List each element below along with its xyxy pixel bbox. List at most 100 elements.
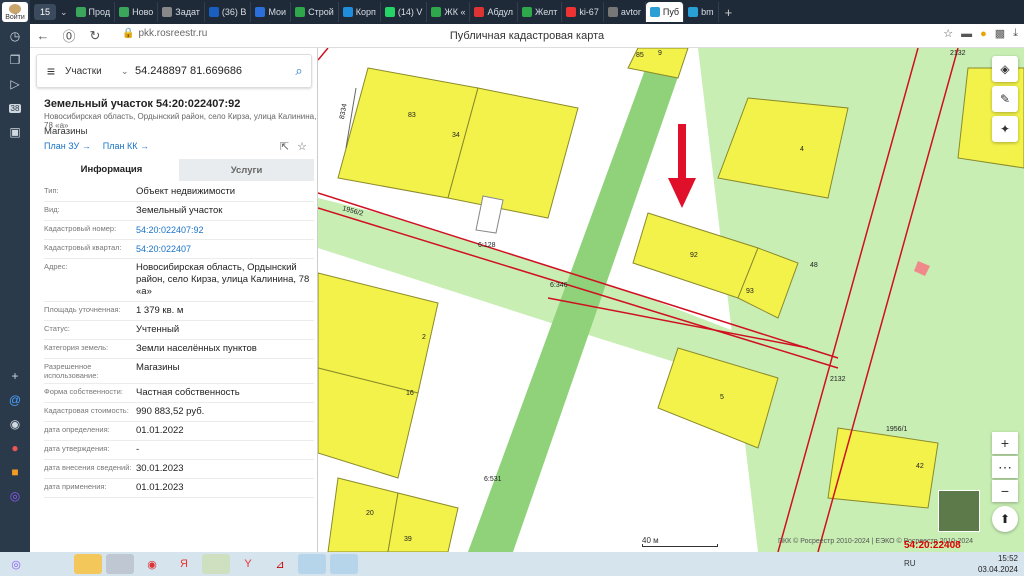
zoom-icon[interactable]: [330, 554, 358, 574]
browser-tab[interactable]: (14) V: [381, 2, 428, 22]
map-canvas[interactable]: [318, 48, 1024, 552]
cadastral-map[interactable]: 85 9 83 34 4 2132 8334 92 93 2 16 5 42 2…: [318, 48, 1024, 552]
browser-tab[interactable]: Задат: [158, 2, 205, 22]
tab-favicon-icon: [119, 7, 130, 17]
yandex-browser-icon[interactable]: Y: [234, 554, 262, 574]
download-icon[interactable]: ⤓: [1013, 27, 1018, 40]
browser-tab[interactable]: bm: [684, 2, 719, 22]
tab-label: ЖК «: [444, 7, 466, 17]
calendar-icon[interactable]: 38: [0, 96, 30, 120]
browser-tab[interactable]: Корп: [339, 2, 381, 22]
info-row-value[interactable]: 54:20:022407:92: [136, 221, 314, 239]
url-text: pkk.rosreestr.ru: [138, 28, 208, 39]
chrome-icon[interactable]: ◉: [138, 554, 166, 574]
ruler-icon[interactable]: ✎: [992, 86, 1018, 112]
map-label: 6:128: [478, 242, 496, 249]
clock-time: 15:52: [997, 554, 1018, 563]
reload-icon[interactable]: ↻: [82, 28, 108, 44]
info-row: дата определения: 01.01.2022: [44, 422, 314, 441]
back-arrow-icon[interactable]: ←: [30, 28, 56, 43]
map-label: 83: [408, 112, 416, 119]
browser-tab[interactable]: Ново: [115, 2, 159, 22]
map-pin-icon[interactable]: ●: [0, 436, 30, 460]
menu-icon[interactable]: ≡: [37, 63, 65, 79]
tab-favicon-icon: [688, 7, 699, 17]
clock[interactable]: 15:52 03.04.2024: [978, 553, 1018, 575]
login-button[interactable]: Войти: [2, 2, 28, 22]
minimap-thumbnail[interactable]: [938, 490, 980, 532]
pdf-icon[interactable]: ⊿: [266, 554, 294, 574]
plan-zu-link[interactable]: План ЗУ →: [44, 141, 91, 151]
zoom-controls: + ⋯ −: [992, 432, 1018, 502]
assistant-icon[interactable]: ◎: [2, 554, 30, 574]
info-row-value: Объект недвижимости: [136, 186, 236, 197]
plus-icon[interactable]: +: [0, 364, 30, 388]
info-row: Площадь уточненная: 1 379 кв. м: [44, 302, 314, 321]
more-icon[interactable]: ⋯: [992, 456, 1018, 478]
app-icon[interactable]: [202, 554, 230, 574]
locate-icon[interactable]: ✦: [992, 116, 1018, 142]
layers-icon[interactable]: ◈: [992, 56, 1018, 82]
browser-tab[interactable]: Мои: [251, 2, 292, 22]
parcel-20[interactable]: [327, 477, 399, 552]
chevron-down-icon[interactable]: ⌄: [121, 66, 135, 77]
tab-label: Пуб: [662, 7, 680, 17]
parcel-39[interactable]: [387, 492, 459, 552]
search-type-select[interactable]: Участки: [65, 66, 121, 77]
search-icon[interactable]: ⌕: [287, 63, 311, 79]
plan-kk-link[interactable]: План КК →: [103, 141, 149, 151]
play-icon[interactable]: ▷: [0, 72, 30, 96]
info-row: дата внесения сведений: 30.01.2023: [44, 460, 314, 479]
search-input[interactable]: [135, 65, 287, 77]
tab-favicon-icon: [75, 7, 86, 17]
bookmark-icon[interactable]: ☆: [943, 27, 953, 40]
tab-favicon-icon: [522, 7, 533, 17]
tab-services[interactable]: Услуги: [179, 159, 314, 181]
browser-tab[interactable]: Абдул: [470, 2, 519, 22]
compass-icon[interactable]: ⬆: [992, 506, 1018, 532]
address-bar: ← ⓪ ↻ 🔒 pkk.rosreestr.ru Публичная кадас…: [30, 24, 1024, 48]
copy-icon[interactable]: ❐: [0, 48, 30, 72]
browser-tab[interactable]: (36) В: [205, 2, 252, 22]
info-row: Тип: Объект недвижимости: [44, 183, 314, 202]
browser-tab[interactable]: avtor: [604, 2, 646, 22]
briefcase-icon[interactable]: ■: [0, 460, 30, 484]
browser-tab[interactable]: Прод: [72, 2, 116, 22]
info-row-label: Адрес:: [44, 262, 68, 271]
info-row-value: 01.01.2023: [136, 482, 184, 493]
star-icon[interactable]: ☆: [297, 140, 307, 153]
info-row-value: 1 379 кв. м: [136, 305, 184, 316]
info-row-label: дата определения:: [44, 425, 110, 434]
plan-links: План ЗУ → План КК →: [44, 141, 149, 151]
assistant-icon[interactable]: ◎: [0, 484, 30, 508]
shield-icon[interactable]: ⓪: [56, 26, 82, 45]
mail-icon[interactable]: @: [0, 388, 30, 412]
browser-tab[interactable]: Желт: [518, 2, 563, 22]
record-icon[interactable]: ◉: [0, 412, 30, 436]
chevron-down-icon[interactable]: ⌄: [60, 7, 68, 18]
clock-icon[interactable]: ◷: [0, 24, 30, 48]
browser-tab[interactable]: Строй: [291, 2, 339, 22]
zoom-in-button[interactable]: +: [992, 432, 1018, 454]
zoom-out-button[interactable]: −: [992, 480, 1018, 502]
yandex-icon[interactable]: Я: [170, 554, 198, 574]
tab-information[interactable]: Информация: [44, 159, 179, 181]
info-row-label: дата применения:: [44, 482, 107, 491]
flag-icon[interactable]: ▬: [961, 28, 972, 40]
info-row-value[interactable]: 54:20:022407: [136, 240, 314, 258]
browser-tab[interactable]: ki-67: [562, 2, 604, 22]
new-tab-button[interactable]: +: [725, 5, 733, 20]
browser-tab[interactable]: ЖК «: [427, 2, 471, 22]
layers-icon[interactable]: ▣: [0, 120, 30, 144]
tab-count-badge[interactable]: 15: [34, 4, 56, 20]
pro-icon[interactable]: ●: [980, 28, 987, 40]
map-label: 20: [366, 510, 374, 517]
extension-icon[interactable]: ▩: [995, 27, 1005, 40]
folder-icon[interactable]: [74, 554, 102, 574]
share-icon[interactable]: ⇱: [280, 140, 289, 153]
files-icon[interactable]: [106, 554, 134, 574]
browser-tab[interactable]: Пуб: [645, 2, 685, 22]
language-indicator[interactable]: RU: [904, 559, 916, 568]
vpn-icon[interactable]: [298, 554, 326, 574]
url-field[interactable]: 🔒 pkk.rosreestr.ru: [122, 28, 207, 39]
